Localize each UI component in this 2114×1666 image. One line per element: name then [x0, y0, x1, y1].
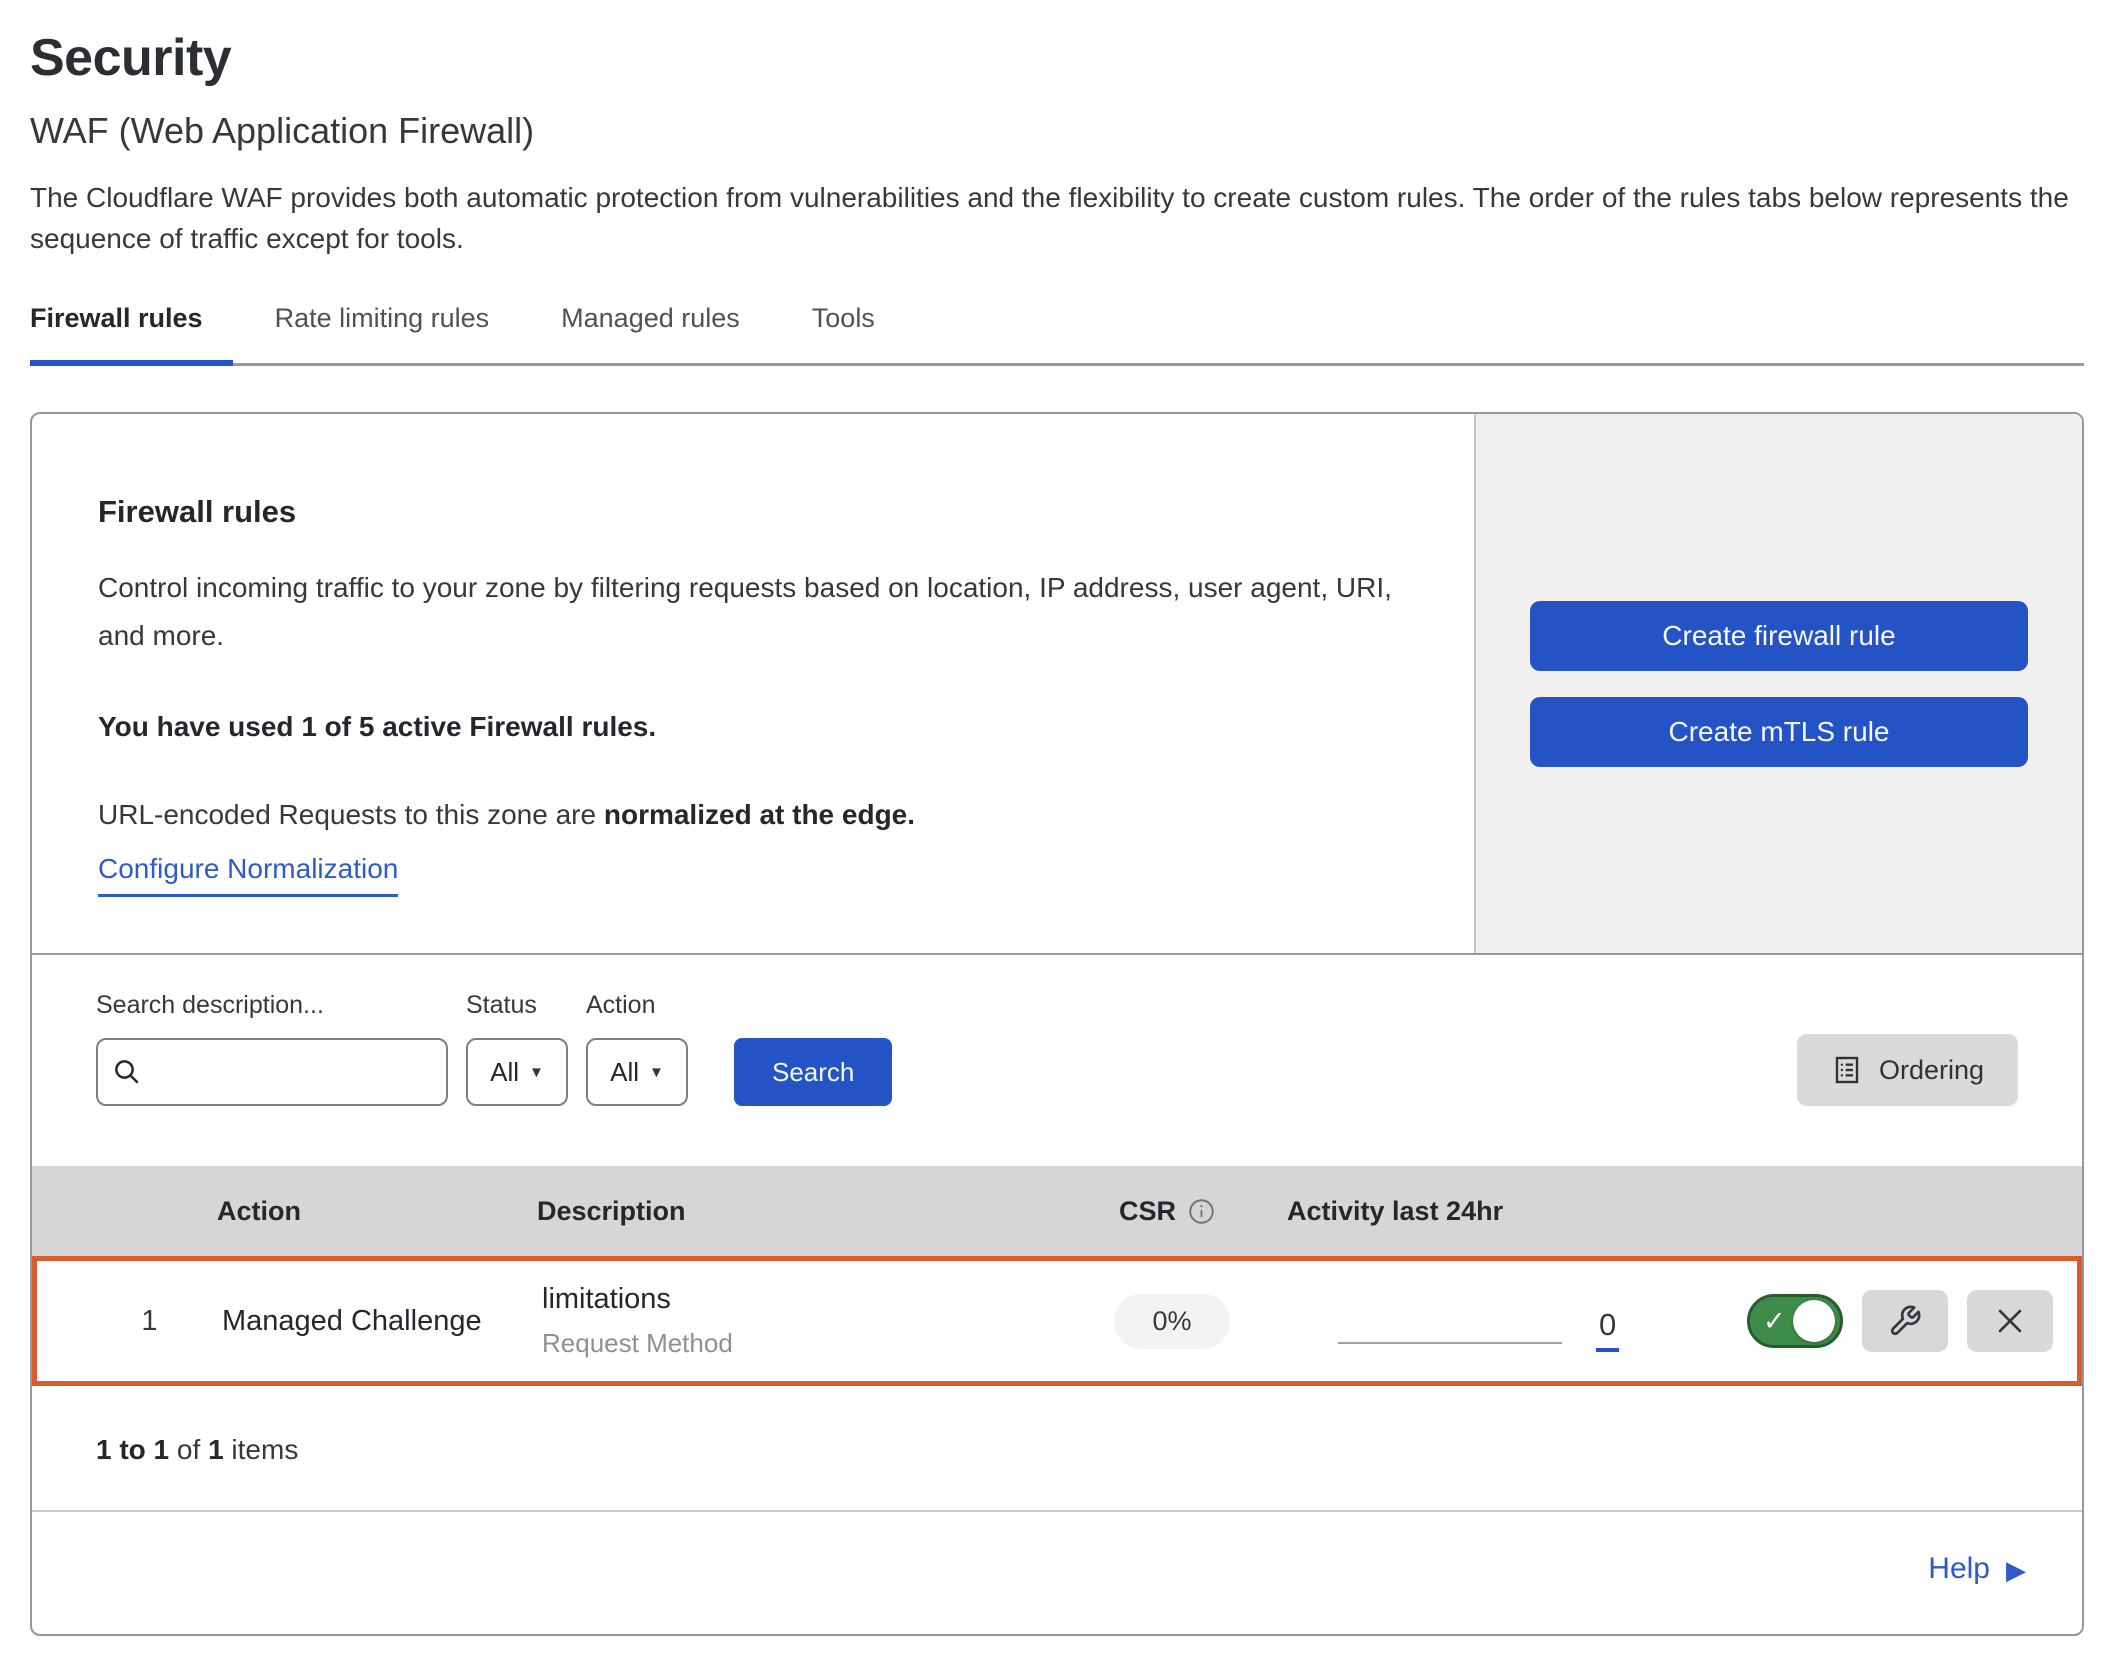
tab-rate-limiting-rules[interactable]: Rate limiting rules [275, 303, 520, 363]
pagination-total: 1 [208, 1434, 224, 1465]
usage-summary: You have used 1 of 5 active Firewall rul… [98, 711, 1414, 743]
ordering-button[interactable]: Ordering [1797, 1034, 2018, 1106]
wrench-icon [1888, 1304, 1922, 1338]
activity-sparkline [1338, 1342, 1562, 1344]
card-actions-panel: Create firewall rule Create mTLS rule [1474, 414, 2082, 953]
normalization-bold: normalized at the edge. [604, 799, 915, 830]
rule-description: limitations [542, 1283, 1052, 1316]
close-icon [1993, 1304, 2027, 1338]
filter-bar: Search description... Status All ▼ [32, 955, 2082, 1166]
rule-enabled-toggle[interactable]: ✓ [1747, 1294, 1843, 1348]
ordering-button-label: Ordering [1879, 1055, 1984, 1086]
configure-normalization-link[interactable]: Configure Normalization [98, 853, 398, 897]
action-select[interactable]: All ▼ [586, 1038, 688, 1106]
waf-tabs: Firewall rules Rate limiting rules Manag… [30, 303, 2084, 366]
chevron-down-icon: ▼ [529, 1065, 544, 1080]
tab-tools[interactable]: Tools [812, 303, 905, 363]
check-icon: ✓ [1763, 1306, 1786, 1337]
pagination-summary: 1 to 1 of 1 items [32, 1386, 2082, 1512]
normalization-note: URL-encoded Requests to this zone are no… [98, 799, 1414, 831]
header-csr: CSR [1047, 1196, 1287, 1227]
help-row: Help ▶ [32, 1512, 2082, 1634]
firewall-rules-info: Firewall rules Control incoming traffic … [32, 414, 1474, 953]
chevron-down-icon: ▼ [649, 1065, 664, 1080]
pagination-of: of [177, 1434, 200, 1465]
security-page: Security WAF (Web Application Firewall) … [0, 28, 2114, 1636]
page-description: The Cloudflare WAF provides both automat… [30, 178, 2084, 259]
status-label: Status [466, 991, 568, 1020]
pagination-range: 1 to 1 [96, 1434, 169, 1465]
edit-rule-button[interactable] [1862, 1290, 1948, 1352]
firewall-rules-card: Firewall rules Control incoming traffic … [30, 412, 2084, 1636]
rule-description-cell: limitations Request Method [522, 1283, 1052, 1359]
search-filter-group: Search description... [96, 991, 448, 1106]
card-heading: Firewall rules [98, 494, 1414, 530]
action-filter-group: Action All ▼ [586, 991, 688, 1106]
create-mtls-rule-button[interactable]: Create mTLS rule [1530, 697, 2028, 767]
search-description-input[interactable] [154, 1057, 432, 1088]
header-description: Description [517, 1196, 1047, 1227]
status-filter-group: Status All ▼ [466, 991, 568, 1106]
rule-priority: 1 [37, 1305, 192, 1338]
rule-expression: Request Method [542, 1328, 1052, 1359]
search-button[interactable]: Search [734, 1038, 892, 1106]
card-description: Control incoming traffic to your zone by… [98, 564, 1414, 659]
search-box [96, 1038, 448, 1106]
ordering-list-icon [1831, 1054, 1863, 1086]
header-activity: Activity last 24hr [1287, 1196, 1742, 1227]
firewall-rules-summary: Firewall rules Control incoming traffic … [32, 414, 2082, 955]
page-subtitle: WAF (Web Application Firewall) [30, 110, 2084, 152]
activity-count-link[interactable]: 0 [1596, 1307, 1619, 1352]
rule-activity-cell: 0 [1292, 1299, 1747, 1344]
page-title: Security [30, 28, 2084, 88]
header-action: Action [187, 1196, 517, 1227]
help-link[interactable]: Help ▶ [1928, 1552, 2026, 1586]
csr-label: CSR [1119, 1196, 1176, 1227]
status-select[interactable]: All ▼ [466, 1038, 568, 1106]
rule-action: Managed Challenge [192, 1305, 522, 1338]
action-select-value: All [610, 1057, 639, 1088]
search-icon [112, 1057, 142, 1087]
table-row[interactable]: 1 Managed Challenge limitations Request … [32, 1256, 2082, 1386]
firewall-rules-table: Action Description CSR Activity last 24h… [32, 1166, 2082, 1512]
status-select-value: All [490, 1057, 519, 1088]
search-label: Search description... [96, 991, 448, 1020]
action-label: Action [586, 991, 688, 1020]
tab-firewall-rules[interactable]: Firewall rules [30, 303, 233, 366]
delete-rule-button[interactable] [1967, 1290, 2053, 1352]
pagination-items: items [231, 1434, 298, 1465]
tab-managed-rules[interactable]: Managed rules [561, 303, 770, 363]
rule-controls: ✓ [1747, 1290, 2077, 1352]
table-header-row: Action Description CSR Activity last 24h… [32, 1166, 2082, 1256]
info-icon[interactable] [1188, 1198, 1215, 1225]
caret-right-icon: ▶ [2006, 1557, 2026, 1583]
csr-badge: 0% [1114, 1294, 1229, 1349]
normalization-text: URL-encoded Requests to this zone are [98, 799, 596, 830]
create-firewall-rule-button[interactable]: Create firewall rule [1530, 601, 2028, 671]
help-label: Help [1928, 1552, 1990, 1586]
toggle-knob [1793, 1300, 1835, 1342]
rule-csr-cell: 0% [1052, 1294, 1292, 1349]
